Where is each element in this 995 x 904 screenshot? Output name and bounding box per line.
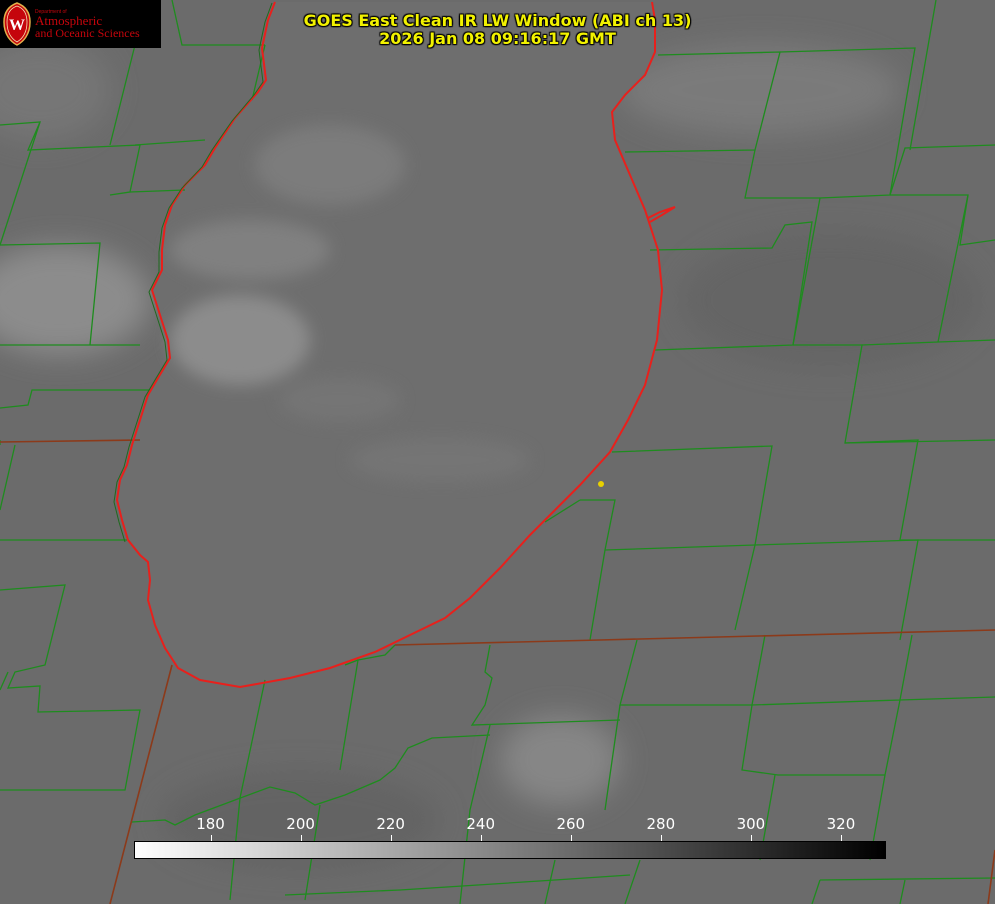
logo-line2: and Oceanic Sciences	[35, 26, 140, 40]
colorbar-tick-mark	[300, 835, 302, 841]
temperature-colorbar	[134, 841, 886, 859]
colorbar-tick-mark	[210, 835, 212, 841]
station-marker	[598, 481, 604, 487]
colorbar-tick-label: 280	[646, 815, 676, 833]
colorbar-tick-mark	[750, 835, 752, 841]
colorbar-tick-mark	[570, 835, 572, 841]
colorbar-tick-label: 320	[826, 815, 856, 833]
seal-letter: W	[9, 17, 25, 34]
colorbar-tick-label: 200	[286, 815, 315, 833]
colorbar-tick-label: 180	[196, 815, 225, 833]
colorbar-tick-mark	[480, 835, 482, 841]
colorbar-tick-label: 300	[736, 815, 766, 833]
uw-seal-icon: W	[3, 2, 31, 46]
aos-logo: W Department of Atmospheric and Oceanic …	[0, 0, 161, 48]
satellite-ir-map[interactable]	[0, 0, 995, 904]
colorbar-tick-mark	[390, 835, 392, 841]
colorbar-tick-label: 240	[466, 815, 496, 833]
colorbar-tick-label: 220	[376, 815, 405, 833]
colorbar-tick-label: 260	[556, 815, 586, 833]
colorbar-tick-mark	[660, 835, 662, 841]
colorbar-tick-mark	[840, 835, 842, 841]
